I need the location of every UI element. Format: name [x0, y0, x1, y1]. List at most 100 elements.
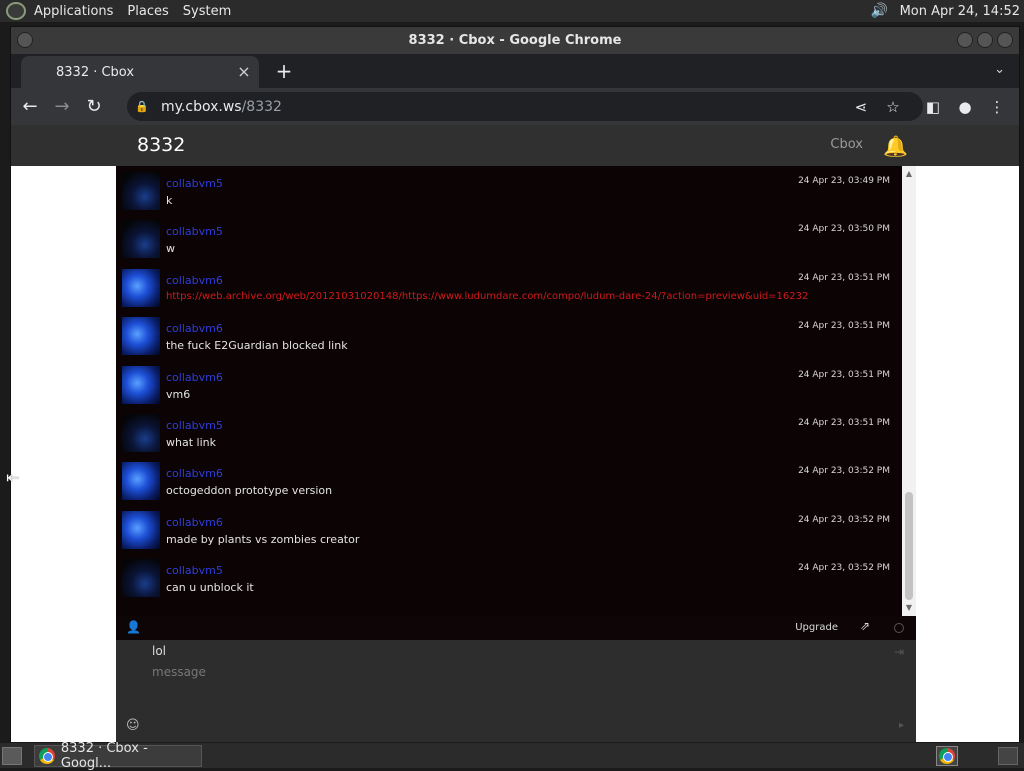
- user-avatar[interactable]: [122, 172, 160, 210]
- user-avatar[interactable]: [122, 269, 160, 307]
- message-text: made by plants vs zombies creator: [166, 533, 360, 546]
- message-username[interactable]: collabvm6: [166, 322, 223, 335]
- taskbar-window-label: 8332 · Cbox - Googl...: [60, 741, 148, 771]
- menu-places[interactable]: Places: [127, 4, 168, 19]
- message-username[interactable]: collabvm6: [166, 467, 223, 480]
- message-row: collabvm5 24 Apr 23, 03:50 PM w: [116, 220, 902, 268]
- message-timestamp: 24 Apr 23, 03:51 PM: [798, 321, 890, 331]
- emoji-icon[interactable]: ☺: [126, 718, 140, 733]
- message-timestamp: 24 Apr 23, 03:51 PM: [798, 370, 890, 380]
- browser-window: 8332 · Cbox - Google Chrome 8332 · Cbox …: [10, 26, 1020, 743]
- top-panel: Applications Places System 🔊 Mon Apr 24,…: [0, 0, 1024, 22]
- message-username[interactable]: collabvm5: [166, 564, 223, 577]
- message-text: w: [166, 242, 175, 255]
- message-row: collabvm5 24 Apr 23, 03:52 PM can u unbloc…: [116, 559, 902, 607]
- message-text: octogeddon prototype version: [166, 484, 333, 497]
- chat-box: collabvm5 24 Apr 23, 03:49 PM k collabvm5 24…: [116, 166, 916, 743]
- page-body: collabvm5 24 Apr 23, 03:49 PM k collabvm5 24…: [11, 166, 1019, 743]
- message-input[interactable]: [152, 665, 892, 679]
- menu-applications[interactable]: Applications: [34, 4, 113, 19]
- workspace-switcher-icon[interactable]: [998, 747, 1018, 765]
- user-avatar[interactable]: [122, 414, 160, 452]
- show-desktop-icon[interactable]: [2, 747, 22, 765]
- message-username[interactable]: collabvm5: [166, 177, 223, 190]
- profile-avatar-icon[interactable]: ●: [955, 97, 975, 117]
- tab-search-icon[interactable]: ⌄: [994, 62, 1005, 77]
- taskbar-chrome-window[interactable]: 8332 · Cbox - Googl...: [34, 741, 202, 771]
- chrome-logo-icon: [939, 748, 955, 764]
- message-row: collabvm5 24 Apr 23, 03:49 PM k: [116, 172, 902, 220]
- tab-8332[interactable]: 8332 · Cbox ×: [21, 56, 259, 88]
- kebab-menu-icon[interactable]: ⋮: [987, 97, 1007, 117]
- sign-in-icon[interactable]: ⇥: [894, 645, 904, 659]
- close-window-icon[interactable]: [997, 32, 1013, 48]
- upgrade-link[interactable]: Upgrade: [795, 622, 838, 633]
- user-avatar[interactable]: [122, 220, 160, 258]
- scroll-down-icon[interactable]: ▼: [902, 602, 916, 614]
- message-scrollbar[interactable]: ▲ ▼: [902, 166, 916, 616]
- user-avatar[interactable]: [122, 559, 160, 597]
- message-list[interactable]: collabvm5 24 Apr 23, 03:49 PM k collabvm5 24…: [116, 166, 902, 616]
- message-text: vm6: [166, 388, 191, 401]
- message-row: collabvm5 24 Apr 23, 03:51 PM what link: [116, 414, 902, 462]
- message-row: collabvm6 24 Apr 23, 03:52 PM made by plan…: [116, 511, 902, 559]
- message-text: can u unblock it: [166, 581, 254, 594]
- status-indicator-icon[interactable]: [894, 623, 904, 633]
- window-titlebar[interactable]: 8332 · Cbox - Google Chrome: [11, 27, 1019, 54]
- tab-strip: 8332 · Cbox × + ⌄: [11, 54, 1019, 88]
- user-avatar[interactable]: [122, 366, 160, 404]
- user-icon[interactable]: 👤: [126, 620, 141, 634]
- message-timestamp: 24 Apr 23, 03:49 PM: [798, 176, 890, 186]
- browser-toolbar: ← → ↻ 🔒 my.cbox.ws/8332 ⋖ ☆ ◧ ● ⋮: [11, 88, 1019, 125]
- message-timestamp: 24 Apr 23, 03:51 PM: [798, 418, 890, 428]
- close-tab-icon[interactable]: ×: [235, 63, 253, 81]
- volume-icon[interactable]: 🔊: [870, 3, 890, 19]
- message-timestamp: 24 Apr 23, 03:50 PM: [798, 224, 890, 234]
- gnome-logo-icon[interactable]: [6, 2, 26, 20]
- side-panel-icon[interactable]: ◧: [923, 97, 943, 117]
- minimize-icon[interactable]: [957, 32, 973, 48]
- user-avatar[interactable]: [122, 511, 160, 549]
- name-field[interactable]: [152, 644, 852, 658]
- message-username[interactable]: collabvm6: [166, 274, 223, 287]
- window-menu-icon[interactable]: [17, 32, 33, 48]
- message-link[interactable]: https://web.archive.org/web/201210310201…: [166, 291, 808, 302]
- mouse-cursor-icon: ⇤: [6, 468, 20, 487]
- new-tab-button[interactable]: +: [273, 60, 295, 82]
- user-avatar[interactable]: [122, 462, 160, 500]
- message-text: k: [166, 194, 173, 207]
- message-username[interactable]: collabvm5: [166, 225, 223, 238]
- menu-system[interactable]: System: [183, 4, 231, 19]
- message-row: collabvm6 24 Apr 23, 03:51 PM vm6: [116, 366, 902, 414]
- message-row: collabvm6 24 Apr 23, 03:52 PM octogeddon p…: [116, 462, 902, 510]
- user-avatar[interactable]: [122, 317, 160, 355]
- popout-icon[interactable]: ⇗: [860, 619, 870, 633]
- bookmark-star-icon[interactable]: ☆: [883, 97, 903, 117]
- message-timestamp: 24 Apr 23, 03:52 PM: [798, 466, 890, 476]
- cbox-header: 8332 Cbox 🔔: [11, 125, 1019, 166]
- message-username[interactable]: collabvm6: [166, 371, 223, 384]
- send-arrow-icon[interactable]: ▸: [899, 720, 904, 731]
- address-bar[interactable]: 🔒 my.cbox.ws/8332: [127, 92, 923, 121]
- scroll-up-icon[interactable]: ▲: [902, 168, 916, 180]
- message-text: what link: [166, 436, 216, 449]
- scroll-thumb[interactable]: [905, 492, 913, 600]
- maximize-icon[interactable]: [977, 32, 993, 48]
- message-username[interactable]: collabvm5: [166, 419, 223, 432]
- tray-chrome-icon[interactable]: [936, 746, 958, 766]
- page-title: 8332: [137, 134, 186, 156]
- bell-icon[interactable]: 🔔: [883, 134, 908, 158]
- lock-icon[interactable]: 🔒: [135, 100, 149, 114]
- forward-arrow-icon[interactable]: →: [49, 94, 75, 120]
- reload-icon[interactable]: ↻: [81, 94, 107, 120]
- message-row: collabvm6 24 Apr 23, 03:51 PM https://web.…: [116, 269, 902, 317]
- message-text: the fuck E2Guardian blocked link: [166, 339, 348, 352]
- message-timestamp: 24 Apr 23, 03:52 PM: [798, 515, 890, 525]
- message-username[interactable]: collabvm6: [166, 516, 223, 529]
- chrome-icon: [39, 748, 55, 764]
- share-icon[interactable]: ⋖: [851, 97, 871, 117]
- cbox-brand-link[interactable]: Cbox: [830, 137, 863, 152]
- panel-clock[interactable]: Mon Apr 24, 14:52: [900, 4, 1020, 19]
- back-arrow-icon[interactable]: ←: [17, 94, 43, 120]
- window-title: 8332 · Cbox - Google Chrome: [408, 33, 622, 48]
